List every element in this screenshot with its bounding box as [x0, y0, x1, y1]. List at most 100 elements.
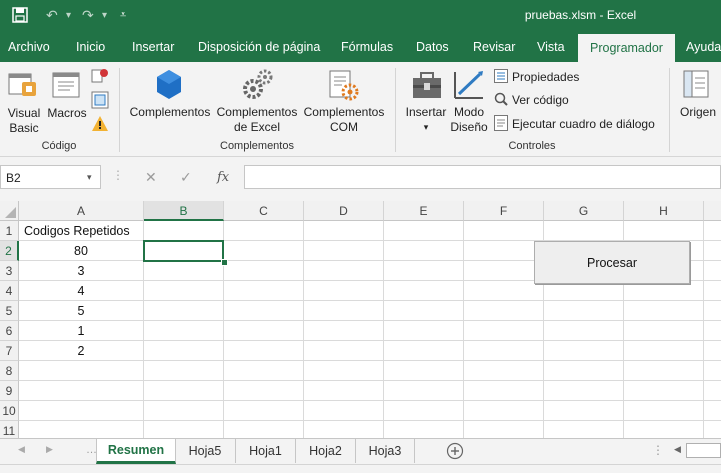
hexagon-addin-icon [157, 70, 181, 99]
row-header-9[interactable]: 9 [0, 381, 19, 401]
worksheet-grid[interactable]: A B C D E F G H 1 2 3 4 5 6 7 8 9 10 11 … [0, 201, 721, 438]
procesar-button-label: Procesar [586, 255, 638, 270]
complementos-button[interactable] [154, 68, 184, 102]
sheet-tab-resumen[interactable]: Resumen [96, 439, 176, 464]
tab-datos[interactable]: Datos [416, 32, 449, 62]
name-box-value: B2 [6, 171, 21, 185]
sheet-tab-hoja1[interactable]: Hoja1 [236, 439, 296, 463]
relative-references-icon[interactable] [91, 91, 109, 109]
cancel-icon[interactable]: ✕ [145, 169, 157, 186]
tab-disposicion[interactable]: Disposición de página [198, 32, 320, 62]
ribbon-panel: Visual Basic Macros Código Complementos [0, 62, 721, 157]
gridline [19, 420, 721, 421]
macros-icon [52, 72, 80, 98]
cell-a2[interactable]: 80 [19, 241, 143, 261]
row-header-6[interactable]: 6 [0, 321, 19, 341]
row-header-3[interactable]: 3 [0, 261, 19, 281]
sheet-tab-hoja2[interactable]: Hoja2 [296, 439, 356, 463]
origen-button[interactable] [682, 68, 712, 102]
row-header-10[interactable]: 10 [0, 401, 19, 421]
row-header-1[interactable]: 1 [0, 221, 19, 241]
insertar-dropdown-icon[interactable]: ▾ [402, 120, 450, 135]
row-header-4[interactable]: 4 [0, 281, 19, 301]
name-box[interactable]: B2 ▾ [0, 165, 101, 189]
tab-insertar[interactable]: Insertar [132, 32, 174, 62]
modo-diseno-label: Modo Diseño [450, 105, 488, 134]
design-mode-icon [454, 71, 483, 99]
insertar-control-label: Insertar [405, 105, 447, 119]
insert-function-icon[interactable]: fx [217, 170, 229, 185]
row-header-2[interactable]: 2 [0, 241, 19, 261]
column-header-b[interactable]: B [144, 201, 224, 221]
cell-a3[interactable]: 3 [19, 261, 143, 281]
macro-security-icon[interactable] [91, 115, 109, 133]
com-addins-button[interactable] [326, 68, 360, 102]
modo-diseno-button[interactable] [452, 68, 486, 102]
column-header-h[interactable]: H [624, 201, 704, 221]
tab-programador[interactable]: Programador [578, 34, 675, 62]
toolbox-icon [413, 72, 441, 98]
column-header-f[interactable]: F [464, 201, 544, 221]
insertar-control-button[interactable] [410, 68, 444, 102]
view-code-icon[interactable] [494, 92, 508, 106]
scroll-sheets-right-icon[interactable]: ▶ [46, 444, 53, 455]
tab-ayuda[interactable]: Ayuda [686, 32, 721, 62]
add-sheet-icon[interactable] [446, 442, 464, 460]
ejecutar-dialogo-button[interactable]: Ejecutar cuadro de diálogo [512, 117, 655, 131]
column-header-a[interactable]: A [19, 201, 144, 221]
excel-addins-label: Complementos de Excel [216, 105, 298, 134]
fill-handle[interactable] [221, 259, 228, 266]
gridline [383, 221, 384, 438]
column-header-e[interactable]: E [384, 201, 464, 221]
gridline [303, 221, 304, 438]
tab-formulas[interactable]: Fórmulas [341, 32, 393, 62]
title-bar: ↶ ▾ ↷ ▾ ⩡ pruebas.xlsm - Excel [0, 0, 721, 32]
macros-button[interactable] [50, 68, 84, 102]
column-header-c[interactable]: C [224, 201, 304, 221]
ribbon-tab-bar: Archivo Inicio Insertar Disposición de p… [0, 32, 721, 62]
com-addins-label: Complementos COM [303, 105, 385, 134]
tab-archivo[interactable]: Archivo [8, 32, 50, 62]
row-header-7[interactable]: 7 [0, 341, 19, 361]
procesar-button[interactable]: Procesar [534, 241, 690, 284]
cell-a5[interactable]: 5 [19, 301, 143, 321]
confirm-icon[interactable]: ✓ [180, 169, 192, 186]
complementos-label: Complementos [129, 105, 211, 119]
row-header-8[interactable]: 8 [0, 361, 19, 381]
ver-codigo-button[interactable]: Ver código [512, 93, 569, 107]
tab-vista[interactable]: Vista [537, 32, 565, 62]
gridline [703, 221, 704, 438]
sheet-tab-hoja5[interactable]: Hoja5 [175, 439, 236, 463]
more-options-icon: ⋮ [652, 443, 664, 457]
horizontal-scrollbar[interactable] [686, 443, 721, 458]
chevron-down-icon[interactable]: ▾ [87, 172, 92, 183]
cell-a1[interactable]: Codigos Repetidos [24, 221, 130, 241]
tab-inicio[interactable]: Inicio [76, 32, 105, 62]
cell-a7[interactable]: 2 [19, 341, 143, 361]
propiedades-button[interactable]: Propiedades [512, 70, 579, 84]
cell-a4[interactable]: 4 [19, 281, 143, 301]
select-all-corner[interactable] [0, 201, 19, 221]
record-macro-icon[interactable] [91, 68, 109, 86]
visual-basic-button[interactable] [6, 68, 40, 102]
run-dialog-icon[interactable] [494, 115, 508, 131]
row-header-5[interactable]: 5 [0, 301, 19, 321]
selected-cell-b2[interactable] [143, 240, 224, 262]
scroll-left-icon[interactable]: ◀ [674, 444, 681, 455]
column-header-g[interactable]: G [544, 201, 624, 221]
excel-addins-button[interactable] [240, 68, 274, 102]
scroll-sheets-left-icon[interactable]: ◀ [18, 444, 25, 455]
gridline [19, 400, 721, 401]
group-complementos-label: Complementos [220, 140, 294, 152]
column-header-partial[interactable] [704, 201, 721, 221]
row-header-11[interactable]: 11 [0, 421, 19, 438]
properties-icon[interactable] [494, 69, 508, 83]
gridline [19, 380, 721, 381]
sheet-tab-hoja3[interactable]: Hoja3 [356, 439, 415, 463]
gear-icon [243, 69, 273, 99]
tab-revisar[interactable]: Revisar [473, 32, 515, 62]
cell-a6[interactable]: 1 [19, 321, 143, 341]
formula-input[interactable] [244, 165, 721, 189]
formula-bar: B2 ▾ ⋮ ✕ ✓ fx [0, 157, 721, 201]
column-header-d[interactable]: D [304, 201, 384, 221]
